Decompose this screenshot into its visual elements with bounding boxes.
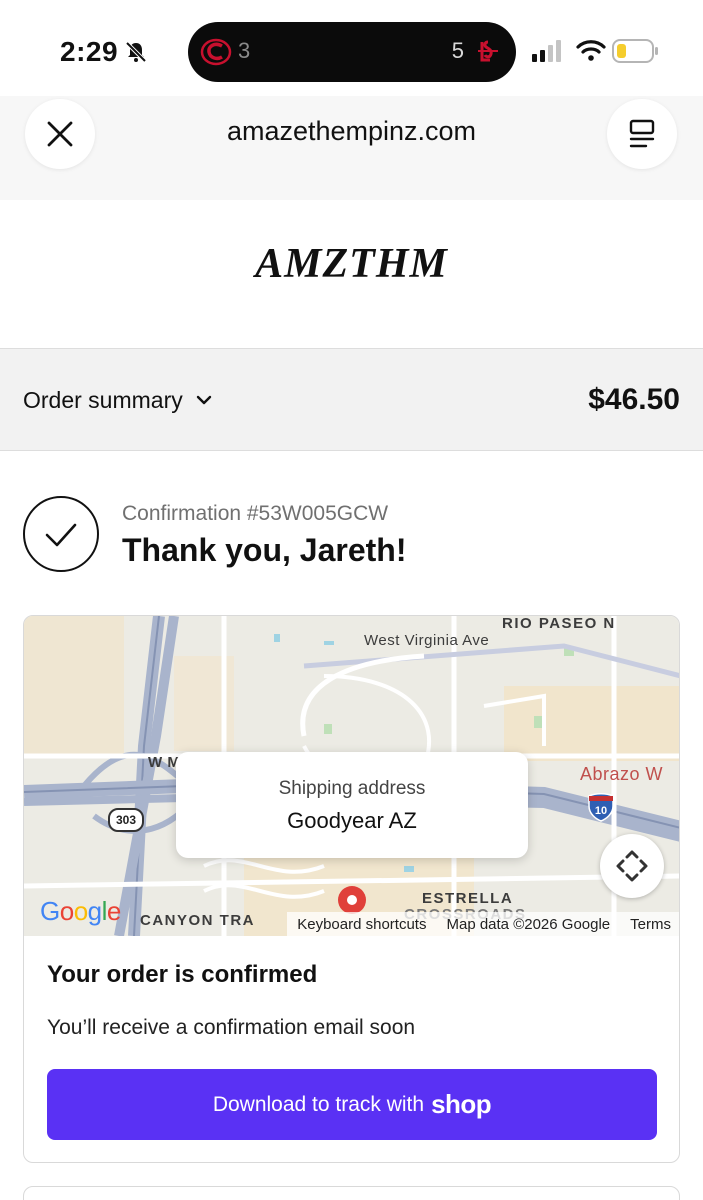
chevron-down-icon — [196, 395, 212, 405]
highway-303-shield: 303 — [108, 808, 144, 832]
away-score: 3 — [238, 38, 251, 63]
map-area-label: ESTRELLA — [422, 890, 514, 907]
map-data-attribution: Map data ©2026 Google — [446, 915, 611, 933]
cardinals-logo-icon — [478, 40, 498, 62]
map-street-label: West Virginia Ave — [364, 632, 490, 649]
wifi-icon — [576, 40, 606, 61]
interstate-10-shield-icon: 10 — [588, 793, 614, 822]
map-poi-label: Abrazo W — [580, 764, 664, 784]
confirmation-number: Confirmation #53W005GCW — [122, 502, 389, 525]
brand-logo[interactable]: AMZTHM — [0, 240, 703, 288]
check-circle-icon — [23, 496, 99, 572]
map-fullscreen-button[interactable] — [600, 834, 664, 898]
shop-button-label: Download to track with — [212, 1092, 425, 1116]
shipping-address-popup: Shipping address Goodyear AZ — [176, 752, 528, 858]
battery-low-icon — [612, 39, 658, 63]
reds-logo-icon — [200, 38, 232, 66]
shipping-address-value: Goodyear AZ — [287, 808, 417, 833]
brand-area: AMZTHM — [0, 200, 703, 348]
dynamic-island[interactable]: 3 5 — [188, 22, 516, 82]
cellular-signal-icon — [532, 40, 561, 62]
fullscreen-arrows-icon — [616, 850, 648, 882]
home-score: 5 — [451, 38, 464, 63]
bell-muted-icon — [125, 41, 147, 63]
shipping-map[interactable]: RIO PASEO N West Virginia Ave W M Abrazo… — [24, 616, 679, 936]
url-text[interactable]: amazethempinz.com — [0, 116, 703, 147]
status-time: 2:29 — [60, 36, 119, 67]
download-shop-button[interactable]: Download to track with shop — [47, 1069, 657, 1140]
shop-logo: shop — [431, 1089, 492, 1119]
terms-link[interactable]: Terms — [620, 916, 679, 933]
map-street-label: CANYON TRA — [140, 912, 255, 929]
status-bar: 2:29 3 5 — [0, 0, 703, 100]
confirmation-email-note: You’ll receive a confirmation email soon — [47, 1016, 416, 1039]
order-summary-label: Order summary — [23, 387, 183, 413]
shipping-address-label: Shipping address — [278, 778, 426, 799]
order-confirmed-heading: Your order is confirmed — [47, 961, 318, 988]
order-summary-toggle[interactable]: Order summary $46.50 — [0, 348, 703, 451]
thank-you-heading: Thank you, Jareth! — [122, 532, 407, 568]
order-status-card: RIO PASEO N West Virginia Ave W M Abrazo… — [23, 615, 680, 1163]
order-total: $46.50 — [588, 383, 680, 416]
tabs-menu-icon — [629, 119, 655, 148]
map-footer: Keyboard shortcuts Map data ©2026 Google… — [287, 912, 679, 936]
keyboard-shortcuts-link[interactable]: Keyboard shortcuts — [287, 916, 436, 933]
map-street-label: RIO PASEO N — [502, 616, 616, 632]
next-section-card — [23, 1186, 680, 1200]
interstate-10-label: 10 — [595, 805, 607, 817]
tabs-menu-button[interactable] — [607, 99, 677, 169]
google-logo: Google — [40, 896, 121, 926]
